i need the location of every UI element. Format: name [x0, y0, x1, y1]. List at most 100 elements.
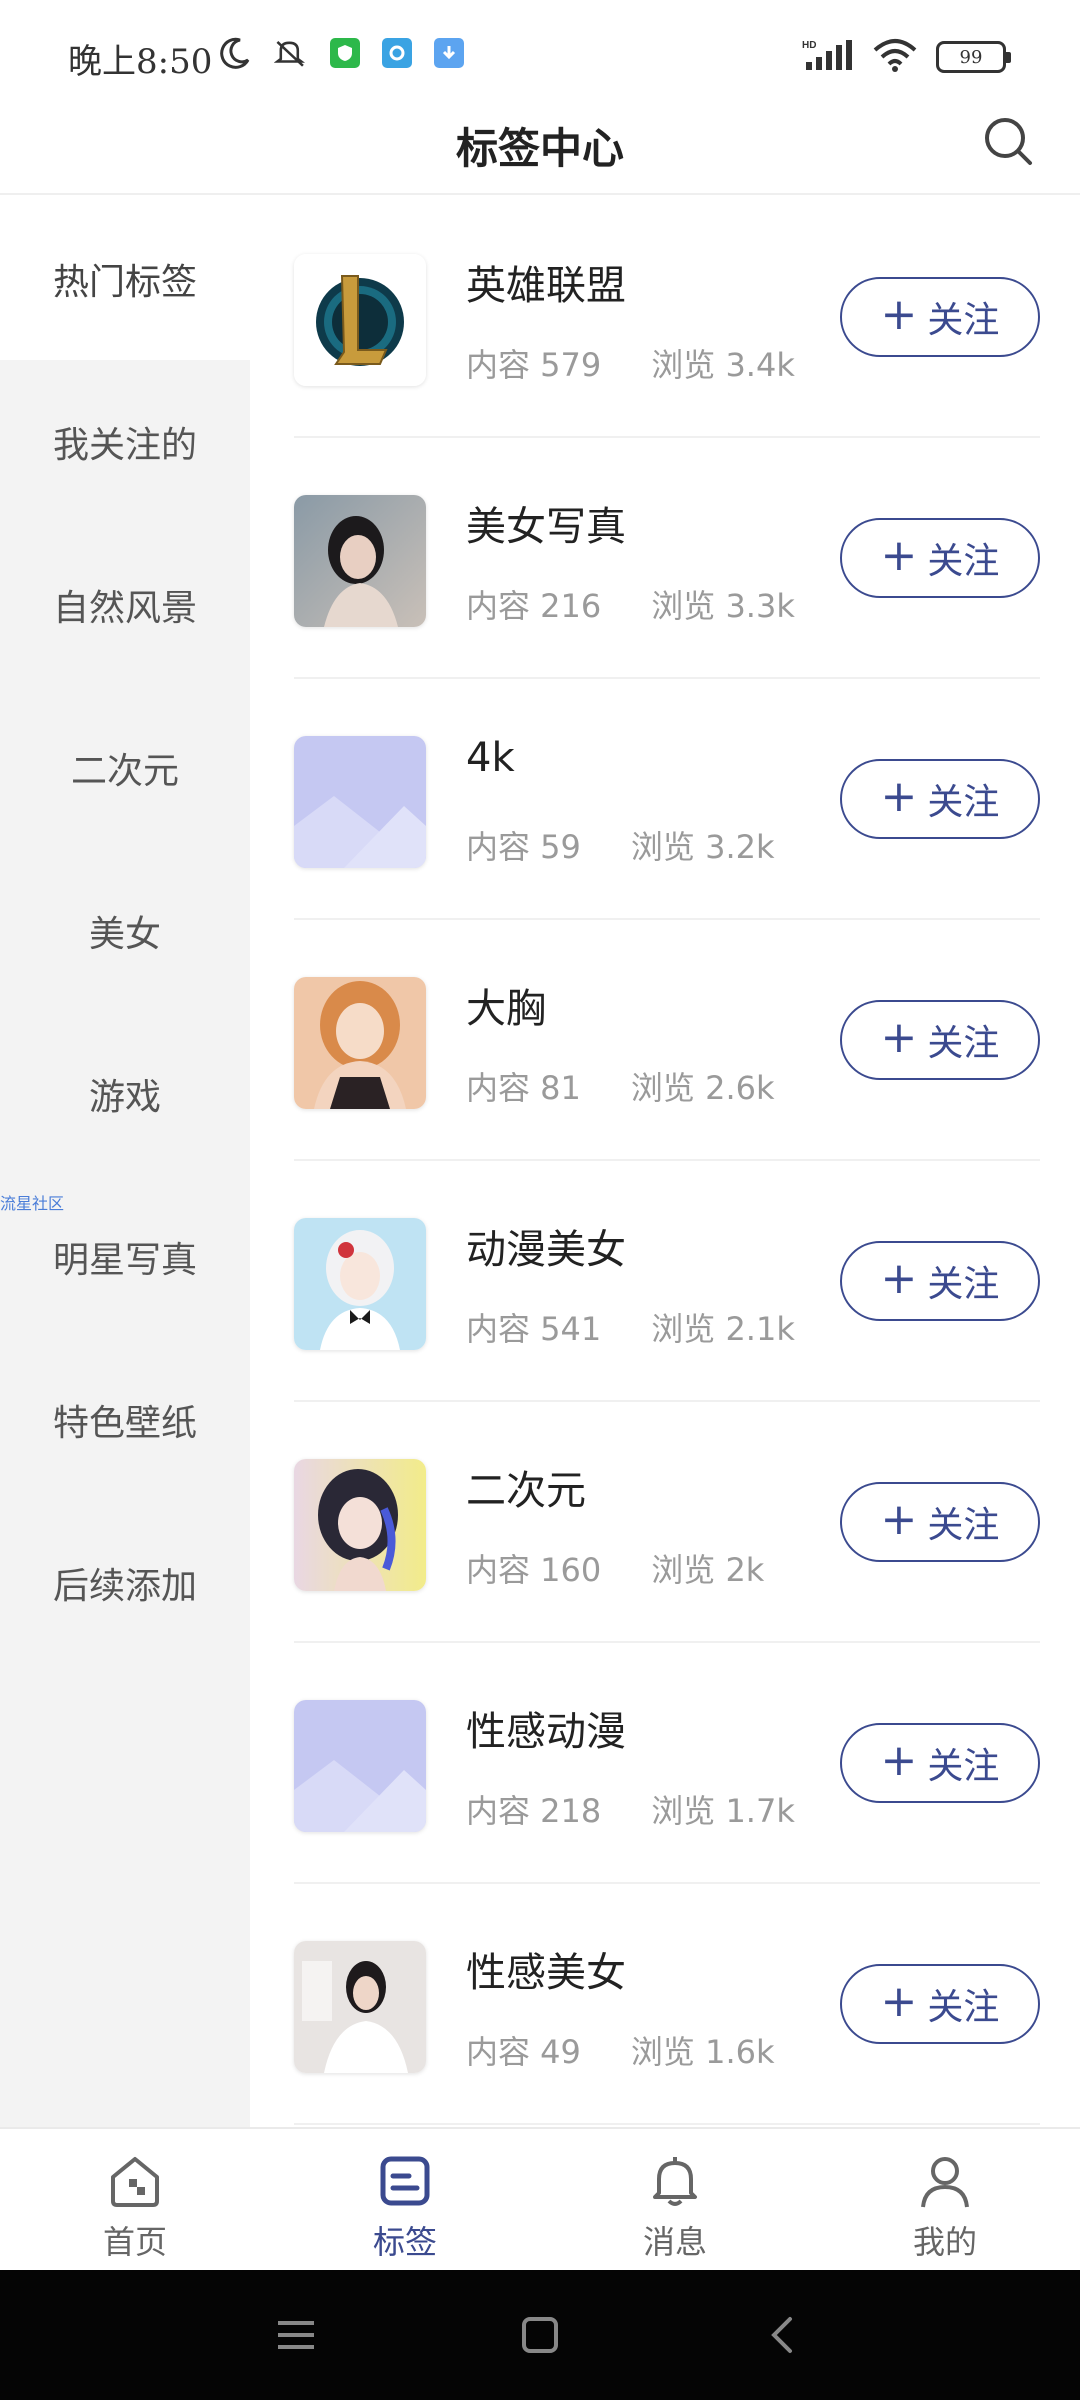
list-item[interactable]: 美女写真 内容 216 浏览 3.3k + 关注 — [294, 438, 1040, 679]
user-icon — [921, 2157, 969, 2208]
tag-title: 英雄联盟 — [466, 263, 626, 309]
tag-meta: 内容 160 浏览 2k — [466, 1545, 764, 1591]
tag-view-count: 浏览 3.2k — [630, 828, 775, 866]
category-sidebar: 热门标签 我关注的 自然风景 二次元 美女 游戏 明星写真 特色壁纸 后续添加 … — [0, 197, 250, 2127]
page-title: 标签中心 — [455, 124, 624, 173]
back-icon[interactable] — [762, 2313, 806, 2357]
tag-title: 二次元 — [466, 1468, 586, 1514]
tag-thumbnail — [294, 1941, 426, 2073]
svg-text:HD: HD — [802, 40, 816, 51]
tag-meta: 内容 216 浏览 3.3k — [466, 581, 795, 627]
follow-button[interactable]: + 关注 — [840, 518, 1040, 598]
tag-content-count: 内容 541 — [466, 1310, 602, 1348]
nav-messages[interactable]: 消息 — [540, 2129, 810, 2272]
list-item[interactable]: 英雄联盟 内容 579 浏览 3.4k + 关注 — [294, 197, 1040, 438]
search-button[interactable] — [980, 113, 1036, 169]
follow-button[interactable]: + 关注 — [840, 1241, 1040, 1321]
tag-icon — [380, 2156, 430, 2206]
follow-label: 关注 — [927, 1264, 1000, 1305]
tag-meta: 内容 541 浏览 2.1k — [466, 1304, 795, 1350]
shield-app-icon — [330, 38, 360, 68]
tag-thumbnail — [294, 977, 426, 1109]
follow-button[interactable]: + 关注 — [840, 1482, 1040, 1562]
follow-button[interactable]: + 关注 — [840, 1000, 1040, 1080]
photo-thumbnail-icon — [294, 495, 426, 627]
follow-button[interactable]: + 关注 — [840, 277, 1040, 357]
list-item[interactable]: 性感动漫 内容 218 浏览 1.7k + 关注 — [294, 1643, 1040, 1884]
anime-thumbnail-icon — [294, 1459, 426, 1591]
plus-icon: + — [880, 1735, 918, 1786]
nav-home-label: 首页 — [102, 2223, 167, 2261]
watermark-text: 流星社区 — [0, 1194, 65, 1213]
tag-content-count: 内容 81 — [466, 1069, 581, 1107]
photo-thumbnail-icon — [294, 1941, 426, 2073]
status-icons-left — [218, 36, 464, 70]
signal-icon: HD — [802, 38, 854, 76]
follow-button[interactable]: + 关注 — [840, 1964, 1040, 2044]
anime-thumbnail-icon — [294, 1218, 426, 1350]
app-header: 标签中心 — [0, 95, 1080, 195]
sidebar-item-wallpaper[interactable]: 特色壁纸 — [0, 1338, 250, 1501]
search-icon — [985, 118, 1032, 165]
tag-content-count: 内容 59 — [466, 828, 581, 866]
follow-label: 关注 — [927, 541, 1000, 582]
nav-profile-label: 我的 — [912, 2223, 977, 2261]
plus-icon: + — [880, 289, 918, 340]
moon-icon — [218, 36, 252, 70]
tag-title: 性感美女 — [466, 1950, 626, 1996]
follow-label: 关注 — [927, 1505, 1000, 1546]
download-icon — [434, 38, 464, 68]
plus-icon: + — [880, 530, 918, 581]
nav-profile[interactable]: 我的 — [810, 2129, 1080, 2272]
plus-icon: + — [880, 1494, 918, 1545]
status-bar: 晚上8:50 HD 99 — [0, 0, 1080, 110]
mute-icon — [274, 36, 308, 70]
list-item[interactable]: 大胸 内容 81 浏览 2.6k + 关注 — [294, 920, 1040, 1161]
sidebar-item-games[interactable]: 游戏 — [0, 1012, 250, 1175]
tag-view-count: 浏览 2.6k — [630, 1069, 775, 1107]
tag-title: 动漫美女 — [466, 1227, 626, 1273]
tag-meta: 内容 81 浏览 2.6k — [466, 1063, 775, 1109]
home-square-icon[interactable] — [518, 2313, 562, 2357]
sidebar-item-beauty[interactable]: 美女 — [0, 849, 250, 1012]
menu-icon[interactable] — [274, 2315, 318, 2355]
image-placeholder-icon — [294, 1700, 426, 1832]
tag-content-count: 内容 216 — [466, 587, 602, 625]
tag-view-count: 浏览 1.6k — [630, 2033, 775, 2071]
bottom-nav: 首页 标签 消息 我的 — [0, 2127, 1080, 2270]
tag-title: 美女写真 — [466, 504, 626, 550]
follow-button[interactable]: + 关注 — [840, 1723, 1040, 1803]
tag-view-count: 浏览 2k — [651, 1551, 765, 1589]
list-item[interactable]: 4k 内容 59 浏览 3.2k + 关注 — [294, 679, 1040, 920]
tag-content-count: 内容 49 — [466, 2033, 581, 2071]
tag-view-count: 浏览 3.3k — [651, 587, 795, 625]
home-icon — [111, 2157, 159, 2207]
tag-list: 英雄联盟 内容 579 浏览 3.4k + 关注 美女写真 内容 216 浏览 … — [250, 197, 1080, 2127]
follow-label: 关注 — [927, 1023, 1000, 1064]
list-item[interactable]: 动漫美女 内容 541 浏览 2.1k + 关注 — [294, 1161, 1040, 1402]
nav-tags-label: 标签 — [372, 2223, 437, 2261]
follow-label: 关注 — [927, 782, 1000, 823]
sidebar-item-following[interactable]: 我关注的 — [0, 360, 250, 523]
tag-view-count: 浏览 3.4k — [651, 346, 795, 384]
plus-icon: + — [880, 1253, 918, 1304]
status-icons-right: HD 99 — [802, 38, 1011, 76]
app-icon — [382, 38, 412, 68]
tag-content-count: 内容 160 — [466, 1551, 602, 1589]
follow-button[interactable]: + 关注 — [840, 759, 1040, 839]
tag-content-count: 内容 579 — [466, 346, 602, 384]
sidebar-item-scenery[interactable]: 自然风景 — [0, 523, 250, 686]
list-item[interactable]: 二次元 内容 160 浏览 2k + 关注 — [294, 1402, 1040, 1643]
tag-thumbnail — [294, 1218, 426, 1350]
nav-tags[interactable]: 标签 — [270, 2129, 540, 2272]
anime-thumbnail-icon — [294, 977, 426, 1109]
sidebar-item-more[interactable]: 后续添加 — [0, 1501, 250, 1664]
list-item[interactable]: 性感美女 内容 49 浏览 1.6k + 关注 — [294, 1884, 1040, 2125]
nav-home[interactable]: 首页 — [0, 2129, 270, 2272]
sidebar-item-hot-tags[interactable]: 热门标签 — [0, 197, 250, 360]
tag-view-count: 浏览 1.7k — [651, 1792, 795, 1830]
sidebar-item-acg[interactable]: 二次元 — [0, 686, 250, 849]
nav-messages-label: 消息 — [642, 2223, 707, 2261]
tag-thumbnail — [294, 254, 426, 386]
tag-content-count: 内容 218 — [466, 1792, 602, 1830]
